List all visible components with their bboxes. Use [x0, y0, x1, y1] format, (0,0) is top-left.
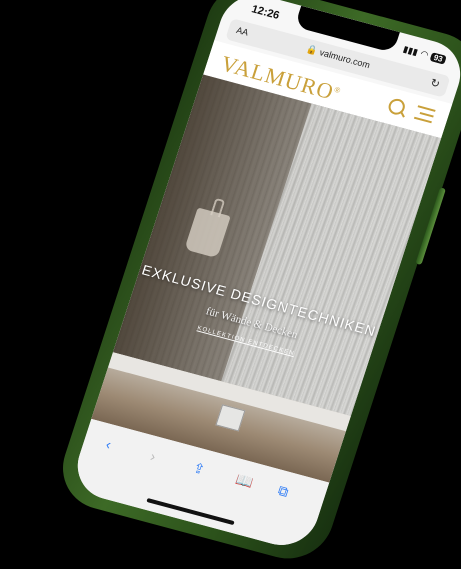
status-time: 12:26 — [249, 3, 281, 22]
signal-icon: ▮▮▮ — [401, 43, 420, 58]
status-icons: ▮▮▮ ◠ 93 — [402, 44, 448, 66]
back-button[interactable]: ‹ — [104, 436, 113, 452]
tabs-icon[interactable]: ⧉ — [276, 482, 291, 501]
forward-button[interactable]: › — [148, 448, 157, 464]
scene: 12:26 ▮▮▮ ◠ 93 AA 🔒 valmuro.com ↻ VALMUR… — [0, 0, 461, 569]
share-icon[interactable]: ⇪ — [191, 459, 207, 478]
towel — [184, 207, 231, 259]
wall-fixture — [215, 404, 246, 432]
menu-icon[interactable] — [413, 105, 436, 127]
wifi-icon: ◠ — [419, 48, 430, 60]
bookmarks-icon[interactable]: 📖 — [233, 471, 256, 492]
search-icon[interactable] — [386, 97, 407, 117]
battery-icon: 93 — [429, 52, 447, 65]
